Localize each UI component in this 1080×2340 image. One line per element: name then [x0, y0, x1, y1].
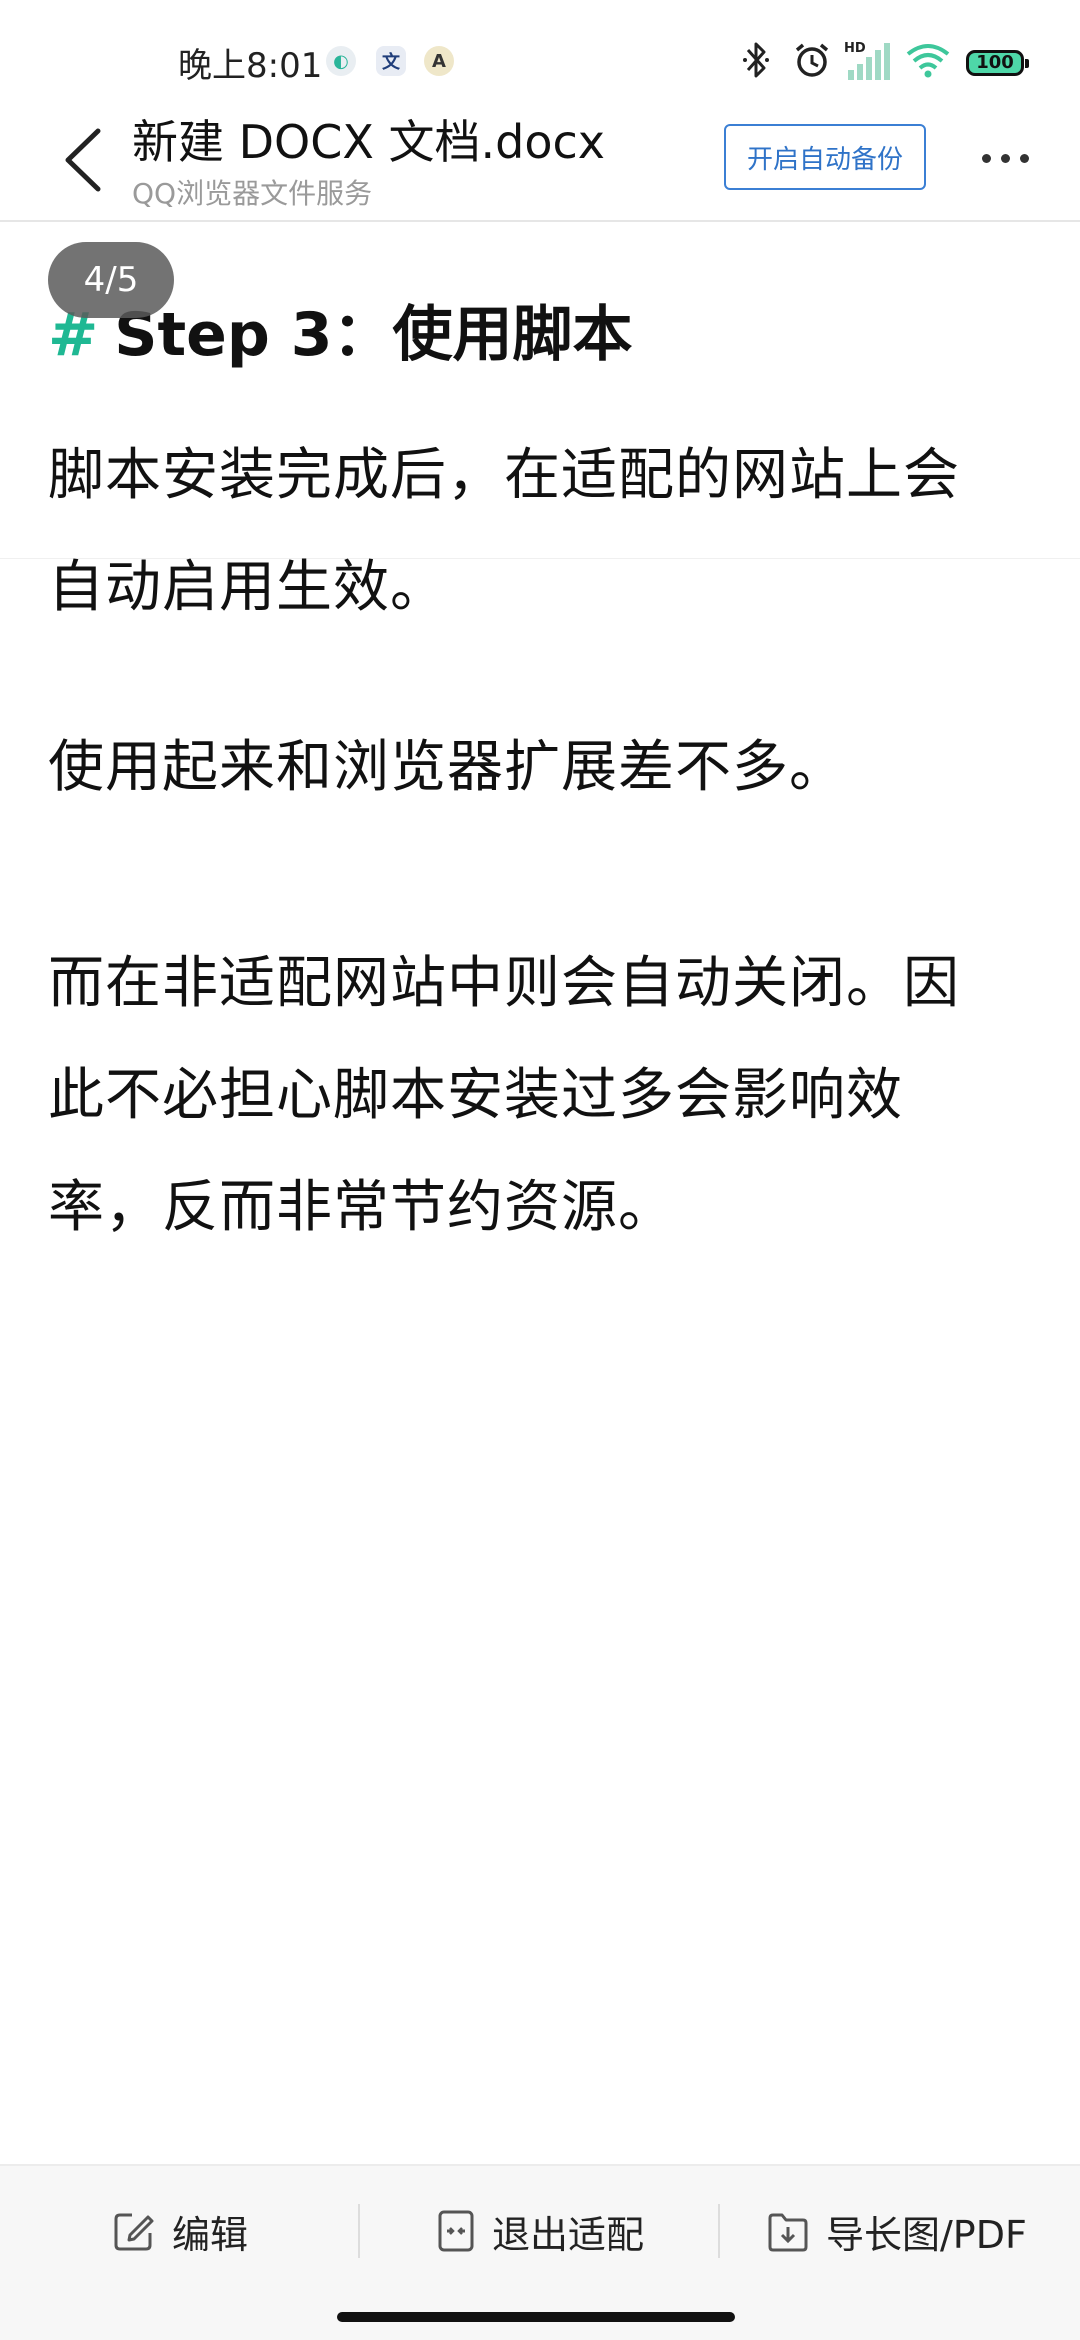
paragraph-line: 使用起来和浏览器扩展差不多。: [48, 735, 846, 800]
paragraph-line: 此不必担心脚本安装过多会影响效: [48, 1063, 903, 1128]
paragraph-line: 而在非适配网站中则会自动关闭。因: [48, 951, 960, 1016]
document-source: QQ浏览器文件服务: [132, 177, 373, 210]
battery-icon: 100: [966, 50, 1029, 76]
more-dot-icon: [1019, 153, 1029, 163]
page-indicator: 4/5: [48, 242, 174, 318]
auto-backup-button[interactable]: 开启自动备份: [724, 124, 926, 190]
export-button[interactable]: 导长图/PDF: [766, 2166, 1027, 2296]
exit-fit-label: 退出适配: [492, 2212, 645, 2257]
toolbar-separator: [718, 2204, 720, 2258]
app-notification-icon: ◐: [326, 46, 356, 76]
document-title: 新建 DOCX 文档.docx: [132, 115, 605, 169]
paragraph: 而在非适配网站中则会自动关闭。因 此不必担心脚本安装过多会影响效 率，反而非常节…: [48, 928, 1044, 1264]
back-button[interactable]: [52, 120, 112, 200]
home-indicator[interactable]: [337, 2312, 735, 2322]
export-label: 导长图/PDF: [826, 2212, 1027, 2257]
chevron-left-icon: [65, 128, 101, 192]
more-options-button[interactable]: [970, 130, 1040, 186]
app-notification-icon: A: [424, 46, 454, 76]
heading-text: Step 3：使用脚本: [114, 300, 633, 370]
exit-fit-button[interactable]: 退出适配: [436, 2166, 644, 2296]
paragraph-line: 自动启用生效。: [48, 555, 447, 620]
alarm-icon: [792, 38, 832, 82]
edit-button[interactable]: 编辑: [112, 2166, 248, 2296]
exit-fit-icon: [438, 2210, 474, 2252]
more-dot-icon: [1000, 153, 1010, 163]
app-header: 新建 DOCX 文档.docx QQ浏览器文件服务 开启自动备份: [0, 100, 1080, 222]
edit-label: 编辑: [172, 2212, 249, 2257]
document-viewer-screen: 晚上8:01 ◐ 文 A HD 100 新建 DOCX 文档.docx QQ浏览…: [0, 0, 1080, 2340]
paragraph-line: 脚本安装完成后，在适配的网站上会: [48, 443, 960, 508]
more-dot-icon: [981, 153, 991, 163]
wifi-icon: [904, 38, 952, 82]
status-time: 晚上8:01: [178, 46, 323, 86]
hd-label: HD: [844, 41, 866, 56]
paragraph: 使用起来和浏览器扩展差不多。: [48, 712, 1044, 824]
edit-icon: [114, 2213, 154, 2251]
translate-icon: 文: [376, 46, 406, 76]
bluetooth-icon: [740, 38, 772, 82]
signal-icon: HD: [842, 38, 892, 82]
paragraph: 脚本安装完成后，在适配的网站上会 自动启用生效。: [48, 420, 1044, 644]
paragraph-line: 率，反而非常节约资源。: [48, 1175, 675, 1240]
toolbar-separator: [358, 2204, 360, 2258]
download-icon: [768, 2213, 808, 2252]
